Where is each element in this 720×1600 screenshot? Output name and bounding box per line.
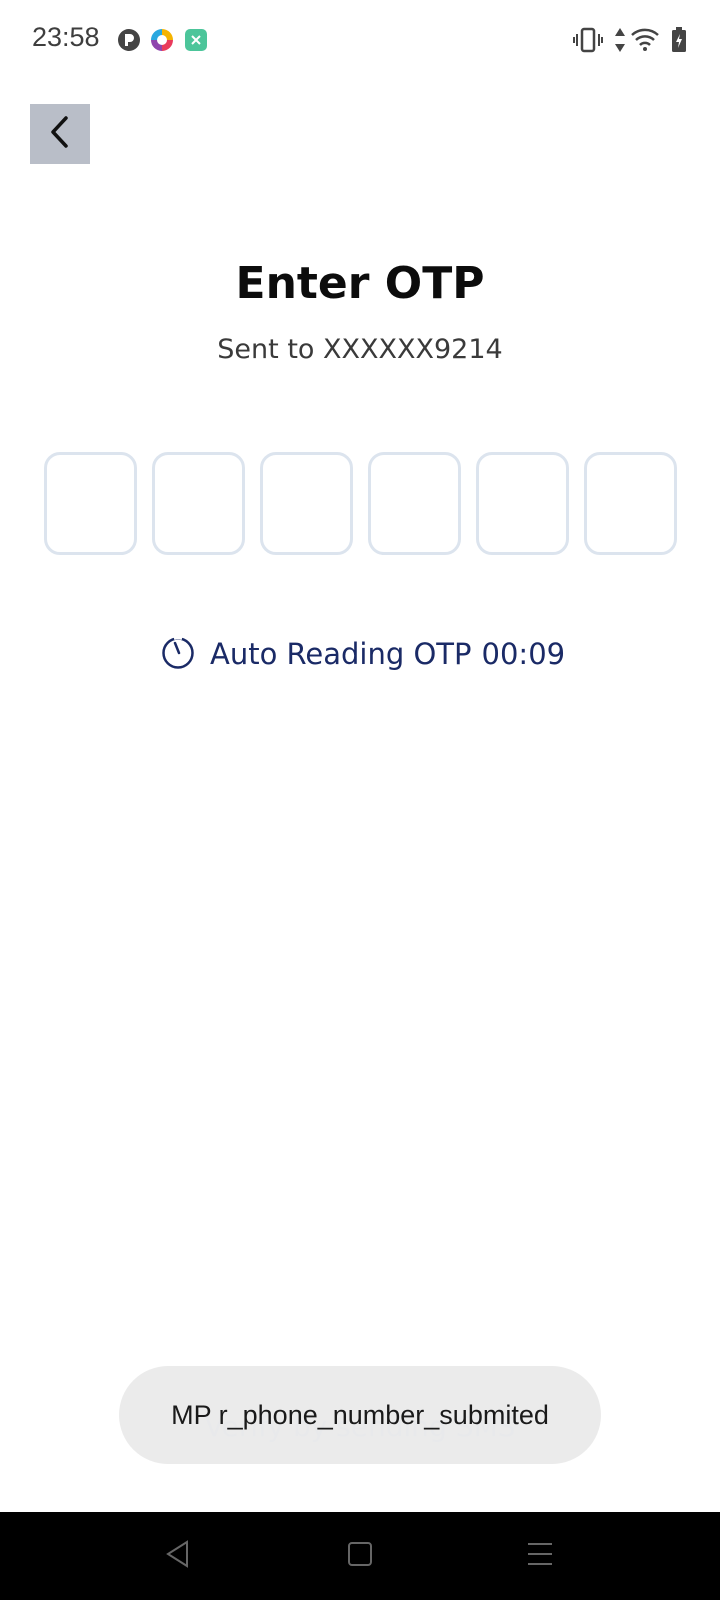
sent-to-text: Sent to XXXXXX9214 [217,334,503,365]
otp-digit-5[interactable] [476,452,569,555]
nav-menu-button[interactable] [518,1534,562,1578]
navigation-bar [0,1512,720,1600]
otp-digit-2[interactable] [152,452,245,555]
toast-text: MP r_phone_number_submited [171,1399,549,1430]
auto-read-label: Auto Reading OTP [210,637,472,671]
vibrate-icon [573,27,603,57]
back-triangle-icon [164,1539,192,1573]
colorful-app-icon [150,28,174,52]
status-time: 23:58 [32,22,100,52]
otp-input-group [44,452,677,555]
otp-digit-6[interactable] [584,452,677,555]
status-bar: 23:58 [0,0,720,80]
green-app-icon [184,28,208,52]
home-square-icon [346,1540,374,1572]
data-arrows-icon [614,27,626,57]
auto-read-timer: Auto Reading OTP 00:09 [160,632,565,676]
chevron-left-icon [48,115,72,153]
wifi-icon [630,26,660,56]
otp-digit-4[interactable] [368,452,461,555]
menu-lines-icon [526,1540,554,1572]
pocket-app-icon [117,28,141,52]
otp-digit-3[interactable] [260,452,353,555]
nav-home-button[interactable] [338,1534,382,1578]
auto-read-countdown: 00:09 [481,637,566,671]
back-button[interactable] [30,104,90,164]
otp-digit-1[interactable] [44,452,137,555]
nav-back-button[interactable] [156,1534,200,1578]
toast-message: MP r_phone_number_submited [119,1366,601,1464]
battery-charging-icon [671,27,687,57]
page-title: Enter OTP [235,258,485,309]
stopwatch-icon [160,634,196,674]
